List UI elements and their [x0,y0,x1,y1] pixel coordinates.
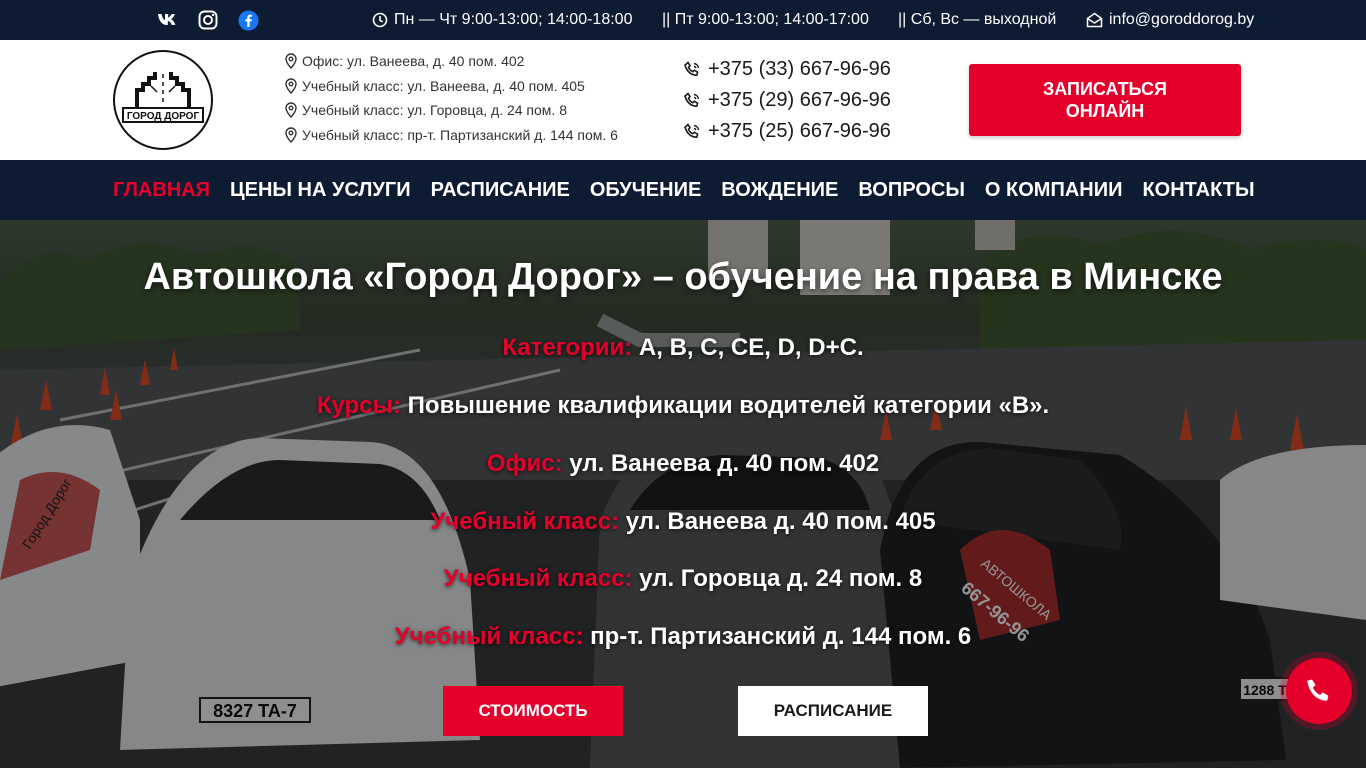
map-pin-icon [285,127,297,143]
hours-weekdays: Пн — Чт 9:00-13:00; 14:00-18:00 [372,11,632,29]
hero: Город Дорог 8327 TA-7 АВТОШКОЛА 667-96-9… [0,220,1366,768]
logo[interactable]: ГОРОД ДОРОГ [113,50,213,150]
address-class-3: Учебный класс: пр-т. Партизанский д. 144… [284,127,618,143]
map-pin-icon [285,78,297,94]
address-office: Офис: ул. Ванеева, д. 40 пом. 402 [284,53,524,69]
facebook-icon[interactable] [237,9,259,31]
email-text[interactable]: info@goroddorog.by [1109,11,1254,29]
map-pin-icon [285,53,297,69]
schedule-button[interactable]: РАСПИСАНИЕ [738,686,928,736]
hours-friday: || Пт 9:00-13:00; 14:00-17:00 [662,11,869,28]
hero-line-class-3: Учебный класс: пр-т. Партизанский д. 144… [394,623,972,650]
clock-icon [372,12,388,28]
phone-ring-icon [684,122,700,138]
address-class-1: Учебный класс: ул. Ванеева, д. 40 пом. 4… [284,78,585,94]
hero-line-class-1: Учебный класс: ул. Ванеева д. 40 пом. 40… [430,508,936,535]
phone-icon [1307,679,1329,701]
header: ГОРОД ДОРОГ Офис: ул. Ванеева, д. 40 пом… [0,40,1366,160]
phone-link-3[interactable]: +375 (25) 667-96-96 [682,120,891,143]
hours-weekdays-text: Пн — Чт 9:00-13:00; 14:00-18:00 [394,11,633,28]
hero-line-categories: Категории: A, B, C, CE, D, D+C. [502,334,864,361]
logo-text: ГОРОД ДОРОГ [127,111,200,122]
hero-line-courses: Курсы: Повышение квалификации водителей … [316,392,1050,419]
nav-item-about[interactable]: О КОМПАНИИ [985,179,1123,202]
hero-line-office: Офис: ул. Ванеева д. 40 пом. 402 [486,450,880,477]
nav-item-schedule[interactable]: РАСПИСАНИЕ [431,179,570,202]
nav-item-home[interactable]: ГЛАВНАЯ [113,179,210,202]
nav-item-prices[interactable]: ЦЕНЫ НА УСЛУГИ [230,179,411,202]
nav-item-contacts[interactable]: КОНТАКТЫ [1142,179,1254,202]
phone-ring-icon [684,60,700,76]
hours-weekend: || Сб, Вс — выходной [898,11,1057,28]
nav-item-training[interactable]: ОБУЧЕНИЕ [590,179,701,202]
hero-line-class-2: Учебный класс: ул. Горовца д. 24 пом. 8 [443,565,923,592]
email-link[interactable]: info@goroddorog.by [1086,11,1254,29]
nav-item-driving[interactable]: ВОЖДЕНИЕ [721,179,838,202]
signup-online-button[interactable]: ЗАПИСАТЬСЯ ОНЛАЙН [969,64,1241,136]
cost-button[interactable]: СТОИМОСТЬ [443,686,623,736]
main-nav: ГЛАВНАЯ ЦЕНЫ НА УСЛУГИ РАСПИСАНИЕ ОБУЧЕН… [0,160,1366,220]
phone-ring-icon [684,91,700,107]
email-icon [1086,12,1103,28]
hero-overlay [0,220,1366,768]
phone-link-2[interactable]: +375 (29) 667-96-96 [682,89,891,112]
address-class-2: Учебный класс: ул. Горовца, д. 24 пом. 8 [284,102,567,118]
vk-icon[interactable] [157,9,179,31]
top-bar: Пн — Чт 9:00-13:00; 14:00-18:00 || Пт 9:… [0,0,1366,40]
phone-link-1[interactable]: +375 (33) 667-96-96 [682,58,891,81]
instagram-icon[interactable] [197,9,219,31]
map-pin-icon [285,102,297,118]
hero-title: Автошкола «Город Дорог» – обучение на пр… [143,256,1223,298]
call-button[interactable] [1286,658,1352,724]
nav-item-questions[interactable]: ВОПРОСЫ [858,179,965,202]
nav-list: ГЛАВНАЯ ЦЕНЫ НА УСЛУГИ РАСПИСАНИЕ ОБУЧЕН… [113,160,1255,220]
